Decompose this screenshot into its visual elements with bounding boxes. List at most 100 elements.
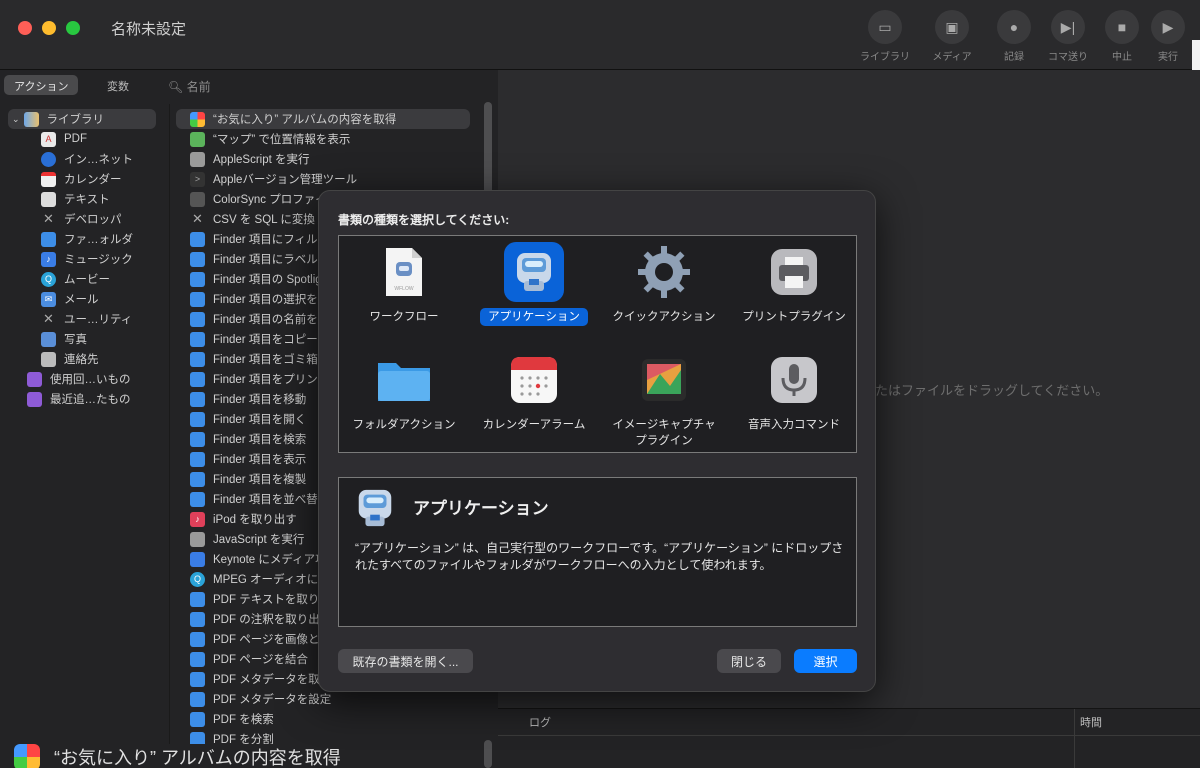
list-item[interactable]: Finder 項目の選択を求 — [190, 289, 329, 309]
tab-actions[interactable]: アクション — [4, 75, 79, 95]
sidebar-item-files-folders[interactable]: ファ…ォルダ — [41, 229, 133, 249]
sidebar-icon: ▭ — [868, 10, 902, 44]
action-label: Finder 項目の選択を求 — [213, 294, 330, 306]
sidebar-item-movies[interactable]: Q ムービー — [41, 269, 110, 289]
toolbar-media-button[interactable]: ▣ メディア — [922, 10, 982, 63]
action-label: Finder 項目を並べ替え — [213, 494, 330, 506]
sidebar-item-music[interactable]: ♪ ミュージック — [41, 249, 133, 269]
list-item[interactable]: PDF の注釈を取り出す — [190, 609, 331, 629]
printer-icon — [764, 242, 824, 302]
toolbar-label: メディア — [932, 52, 972, 63]
list-item[interactable]: PDF を検索 — [190, 709, 274, 729]
script-icon — [190, 151, 205, 167]
type-calendar-alarm[interactable]: カレンダーアラーム — [469, 350, 599, 434]
finder-icon — [190, 491, 205, 507]
toolbar-step-button[interactable]: ▶| コマ送り — [1038, 10, 1098, 63]
type-workflow[interactable]: WFLOW ワークフロー — [339, 242, 469, 326]
toolbar-library-button[interactable]: ▭ ライブラリ — [855, 10, 915, 63]
list-item[interactable]: “お気に入り” アルバムの内容を取得 — [176, 109, 470, 129]
tab-variables[interactable]: 変数 — [97, 75, 139, 95]
list-item[interactable]: ♪ iPod を取り出す — [190, 509, 297, 529]
zoom-window-button[interactable] — [66, 21, 80, 35]
list-item[interactable]: PDF テキストを取り出 — [190, 589, 331, 609]
list-item[interactable]: Finder 項目を複製 — [190, 469, 306, 489]
choose-button[interactable]: 選択 — [794, 649, 857, 673]
type-quick-action[interactable]: クイックアクション — [599, 242, 729, 326]
search-placeholder: 名前 — [186, 80, 211, 94]
type-print-plugin[interactable]: プリントプラグイン — [729, 242, 859, 326]
music-icon: ♪ — [190, 511, 205, 527]
close-window-button[interactable] — [18, 21, 32, 35]
utilities-icon: ✕ — [43, 311, 54, 326]
toolbar-record-button[interactable]: ● 記録 — [984, 10, 1044, 63]
sidebar-item-text[interactable]: テキスト — [41, 189, 110, 209]
search-icon: 🔍︎ — [168, 80, 184, 94]
list-item[interactable]: Finder 項目を開く — [190, 409, 306, 429]
toolbar-label: 実行 — [1158, 52, 1178, 63]
list-item[interactable]: PDF メタデータを取得 — [190, 669, 331, 689]
list-item[interactable]: AppleScript を実行 — [190, 149, 310, 169]
sidebar-item-library[interactable]: ⌄ ライブラリ — [8, 109, 156, 129]
type-dictation-command[interactable]: 音声入力コマンド — [729, 350, 859, 434]
action-label: PDF ページを結合 — [213, 654, 308, 666]
chevron-down-icon: ⌄ — [12, 113, 20, 124]
sidebar-item-internet[interactable]: イン…ネット — [41, 149, 133, 169]
sidebar-item-photos[interactable]: 写真 — [41, 329, 87, 349]
list-item[interactable]: Finder 項目にラベルを — [190, 249, 329, 269]
list-item[interactable]: > Appleバージョン管理ツール — [190, 169, 357, 189]
toolbar-run-button[interactable]: ▶ 実行 — [1138, 10, 1198, 63]
list-item[interactable]: JavaScript を実行 — [190, 529, 304, 549]
list-item[interactable]: Finder 項目をコピー — [190, 329, 318, 349]
sidebar-item-label: 写真 — [64, 334, 87, 346]
list-item[interactable]: ✕ CSV を SQL に変換 — [190, 209, 315, 229]
list-item[interactable]: PDF ページを画像とし — [190, 629, 331, 649]
list-item[interactable]: Keynote にメディア項 — [190, 549, 327, 569]
list-item[interactable]: ColorSync プロファイル — [190, 189, 338, 209]
list-item[interactable]: Finder 項目をプリント — [190, 369, 329, 389]
sidebar-item-label: ムービー — [64, 274, 110, 286]
time-column-header[interactable]: 時間 — [1080, 714, 1102, 730]
description-scrollbar[interactable] — [484, 740, 492, 768]
type-label: 音声入力コマンド — [748, 419, 840, 431]
quicktime-icon: Q — [190, 571, 205, 587]
sidebar-item-calendar[interactable]: カレンダー — [41, 169, 122, 189]
list-item[interactable]: Finder 項目をゴミ箱に — [190, 349, 329, 369]
type-folder-action[interactable]: フォルダアクション — [339, 350, 469, 434]
action-label: Finder 項目を開く — [213, 414, 307, 426]
list-item[interactable]: Finder 項目の Spotlig — [190, 269, 322, 289]
list-item[interactable]: Finder 項目を表示 — [190, 449, 306, 469]
list-item[interactable]: Finder 項目を並べ替え — [190, 489, 329, 509]
type-image-capture-plugin[interactable]: イメージキャプチャ プラグイン — [599, 350, 729, 450]
mail-icon: ✉ — [41, 291, 56, 307]
list-item[interactable]: Finder 項目にフィルタ — [190, 229, 329, 249]
log-column-header[interactable]: ログ — [529, 714, 551, 730]
quicktime-icon: Q — [41, 271, 56, 287]
gear-icon — [634, 242, 694, 302]
sidebar-item-utilities[interactable]: ✕ ユー…リティ — [41, 309, 132, 329]
sidebar-item-mail[interactable]: ✉ メール — [41, 289, 99, 309]
close-button[interactable]: 閉じる — [717, 649, 781, 673]
minimize-window-button[interactable] — [42, 21, 56, 35]
sidebar-item-contacts[interactable]: 連絡先 — [41, 349, 99, 369]
action-label: PDF メタデータを取得 — [213, 674, 332, 686]
list-item[interactable]: Finder 項目を移動 — [190, 389, 306, 409]
sidebar-item-most-used[interactable]: 使用回…いもの — [27, 369, 131, 389]
list-item[interactable]: PDF ページを結合 — [190, 649, 308, 669]
list-item[interactable]: PDF メタデータを設定 — [190, 689, 331, 709]
search-input[interactable]: 🔍︎ 名前 — [164, 74, 494, 96]
list-item[interactable]: “マップ” で位置情報を表示 — [190, 129, 350, 149]
sidebar-item-recently-added[interactable]: 最近追…たもの — [27, 389, 131, 409]
sidebar-item-pdf[interactable]: A PDF — [41, 129, 87, 149]
step-icon: ▶| — [1051, 10, 1085, 44]
library-icon — [23, 111, 39, 127]
list-item[interactable]: Q MPEG オーディオにエ — [190, 569, 330, 589]
action-label: Finder 項目を検索 — [213, 434, 307, 446]
description-title: “お気に入り” アルバムの内容を取得 — [54, 748, 341, 768]
preview-icon — [190, 611, 205, 627]
open-existing-button[interactable]: 既存の書類を開く... — [338, 649, 473, 673]
type-application[interactable]: アプリケーション — [469, 242, 599, 326]
list-item[interactable]: Finder 項目を検索 — [190, 429, 306, 449]
sidebar-item-developer[interactable]: ✕ デベロッパ — [41, 209, 121, 229]
preview-icon — [190, 671, 205, 687]
list-item[interactable]: Finder 項目の名前を変 — [190, 309, 329, 329]
